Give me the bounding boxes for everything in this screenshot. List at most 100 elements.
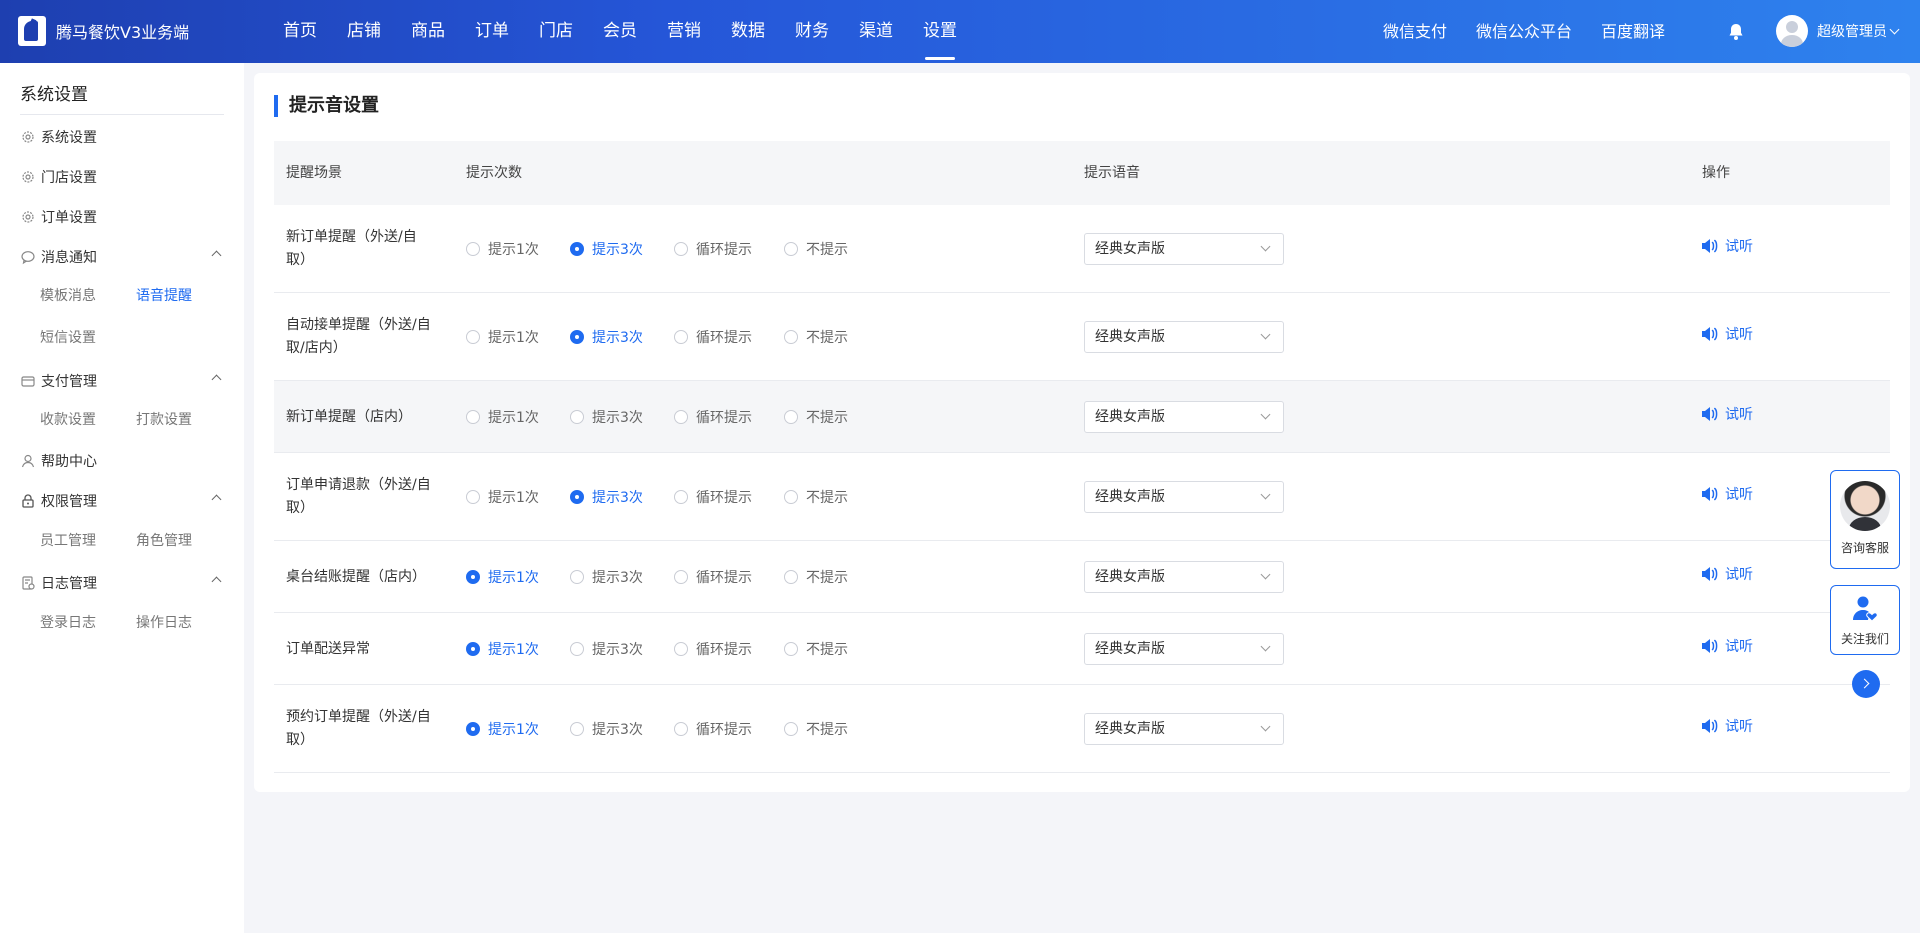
option-once-radio[interactable]: 提示1次 — [466, 327, 539, 347]
listen-button[interactable]: 试听 — [1701, 716, 1753, 736]
speaker-icon — [1702, 639, 1718, 653]
customer-service-widget[interactable]: 咨询客服 — [1830, 470, 1900, 569]
listen-button[interactable]: 试听 — [1701, 404, 1753, 424]
option-three-times-radio[interactable]: 提示3次 — [570, 487, 643, 507]
expand-float-button[interactable] — [1852, 670, 1880, 698]
sidebar-sub-sms-settings[interactable]: 短信设置 — [40, 327, 96, 347]
option-none-radio[interactable]: 不提示 — [784, 567, 848, 587]
sidebar-sub-operation-log[interactable]: 操作日志 — [136, 612, 192, 632]
sidebar-sub-login-log[interactable]: 登录日志 — [40, 612, 96, 632]
option-three-times-radio[interactable]: 提示3次 — [570, 567, 643, 587]
sidebar-sub-receipt-settings[interactable]: 收款设置 — [40, 409, 96, 429]
nav-channels[interactable]: 渠道 — [844, 0, 908, 63]
option-loop-radio[interactable]: 循环提示 — [674, 327, 752, 347]
option-three-times-radio[interactable]: 提示3次 — [570, 327, 643, 347]
nav-marketing[interactable]: 营销 — [652, 0, 716, 63]
option-three-times-radio[interactable]: 提示3次 — [570, 407, 643, 427]
sidebar-sub-template-message[interactable]: 模板消息 — [40, 285, 96, 305]
sidebar-sub-voice-reminder[interactable]: 语音提醒 — [136, 285, 192, 305]
link-baidu-translate[interactable]: 百度翻译 — [1601, 0, 1665, 63]
nav-shop[interactable]: 店铺 — [332, 0, 396, 63]
option-three-times-radio[interactable]: 提示3次 — [570, 639, 643, 659]
radio-dot — [466, 570, 480, 584]
voice-select[interactable]: 经典女声版 — [1084, 481, 1284, 513]
sidebar-sub-role-management[interactable]: 角色管理 — [136, 530, 192, 550]
option-once-radio[interactable]: 提示1次 — [466, 639, 539, 659]
nav-orders[interactable]: 订单 — [460, 0, 524, 63]
follow-us-widget[interactable]: 关注我们 — [1830, 585, 1900, 655]
option-once-radio[interactable]: 提示1次 — [466, 487, 539, 507]
link-wechat-official-platform[interactable]: 微信公众平台 — [1476, 0, 1572, 63]
sidebar-sub-staff-management[interactable]: 员工管理 — [40, 530, 96, 550]
chevron-down-icon — [1260, 641, 1271, 652]
voice-select[interactable]: 经典女声版 — [1084, 561, 1284, 593]
listen-button[interactable]: 试听 — [1701, 324, 1753, 344]
chevron-down-icon — [1260, 241, 1271, 252]
sidebar-sub-payout-settings[interactable]: 打款设置 — [136, 409, 192, 429]
listen-button[interactable]: 试听 — [1701, 236, 1753, 256]
option-none-radio[interactable]: 不提示 — [784, 327, 848, 347]
option-none-radio[interactable]: 不提示 — [784, 639, 848, 659]
gear-icon — [22, 171, 34, 183]
option-three-times-radio[interactable]: 提示3次 — [570, 239, 643, 259]
option-once-radio[interactable]: 提示1次 — [466, 239, 539, 259]
radio-label: 不提示 — [806, 410, 848, 426]
option-loop-radio[interactable]: 循环提示 — [674, 567, 752, 587]
voice-select[interactable]: 经典女声版 — [1084, 233, 1284, 265]
listen-button[interactable]: 试听 — [1701, 564, 1753, 584]
option-loop-radio[interactable]: 循环提示 — [674, 639, 752, 659]
option-once-radio[interactable]: 提示1次 — [466, 719, 539, 739]
sidebar-item-permissions[interactable]: 权限管理 — [20, 491, 224, 511]
voice-select[interactable]: 经典女声版 — [1084, 713, 1284, 745]
listen-button[interactable]: 试听 — [1701, 636, 1753, 656]
radio-label: 循环提示 — [696, 242, 752, 258]
sidebar-item-payment[interactable]: 支付管理 — [20, 371, 224, 391]
option-loop-radio[interactable]: 循环提示 — [674, 239, 752, 259]
user-menu[interactable]: 超级管理员 — [1776, 15, 1900, 47]
option-three-times-radio[interactable]: 提示3次 — [570, 719, 643, 739]
radio-dot — [784, 242, 798, 256]
scene-label: 预约订单提醒（外送/自取） — [286, 705, 436, 753]
option-loop-radio[interactable]: 循环提示 — [674, 407, 752, 427]
bell-icon[interactable] — [1726, 22, 1746, 42]
nav-finance[interactable]: 财务 — [780, 0, 844, 63]
nav-stores[interactable]: 门店 — [524, 0, 588, 63]
sidebar-item-store-settings[interactable]: 门店设置 — [20, 167, 224, 187]
listen-button[interactable]: 试听 — [1701, 484, 1753, 504]
scene-text: 新订单提醒（店内） — [286, 408, 412, 425]
sidebar-item-system-settings[interactable]: 系统设置 — [20, 127, 224, 147]
nav-members[interactable]: 会员 — [588, 0, 652, 63]
radio-dot — [674, 330, 688, 344]
option-none-radio[interactable]: 不提示 — [784, 407, 848, 427]
row-new-order-takeout: 新订单提醒（外送/自取） 提示1次 提示3次 循环提示 不提示 经典女声版 试听 — [274, 205, 1890, 293]
link-wechat-pay[interactable]: 微信支付 — [1383, 0, 1447, 63]
nav-home[interactable]: 首页 — [268, 0, 332, 63]
sidebar-item-label: 订单设置 — [41, 210, 97, 226]
option-loop-radio[interactable]: 循环提示 — [674, 719, 752, 739]
option-none-radio[interactable]: 不提示 — [784, 239, 848, 259]
voice-select[interactable]: 经典女声版 — [1084, 321, 1284, 353]
sidebar-item-notifications[interactable]: 消息通知 — [20, 247, 224, 267]
nav-data[interactable]: 数据 — [716, 0, 780, 63]
app-logo[interactable]: 腾马餐饮V3业务端 — [18, 16, 189, 46]
radio-dot — [570, 330, 584, 344]
sidebar-item-logs[interactable]: 日志管理 — [20, 573, 224, 593]
column-header-count: 提示次数 — [466, 165, 522, 181]
sidebar-item-order-settings[interactable]: 订单设置 — [20, 207, 224, 227]
option-loop-radio[interactable]: 循环提示 — [674, 487, 752, 507]
page-title: 提示音设置 — [274, 95, 379, 117]
voice-select[interactable]: 经典女声版 — [1084, 401, 1284, 433]
nav-products[interactable]: 商品 — [396, 0, 460, 63]
sidebar-item-help-center[interactable]: 帮助中心 — [20, 451, 224, 471]
speaker-icon — [1702, 567, 1718, 581]
scene-text: 订单申请退款（外送/自取） — [286, 477, 431, 516]
option-once-radio[interactable]: 提示1次 — [466, 407, 539, 427]
radio-dot — [674, 642, 688, 656]
app-title: 腾马餐饮V3业务端 — [56, 23, 190, 42]
nav-settings[interactable]: 设置 — [908, 0, 972, 63]
option-once-radio[interactable]: 提示1次 — [466, 567, 539, 587]
option-none-radio[interactable]: 不提示 — [784, 487, 848, 507]
service-agent-avatar — [1840, 481, 1890, 531]
voice-select[interactable]: 经典女声版 — [1084, 633, 1284, 665]
option-none-radio[interactable]: 不提示 — [784, 719, 848, 739]
